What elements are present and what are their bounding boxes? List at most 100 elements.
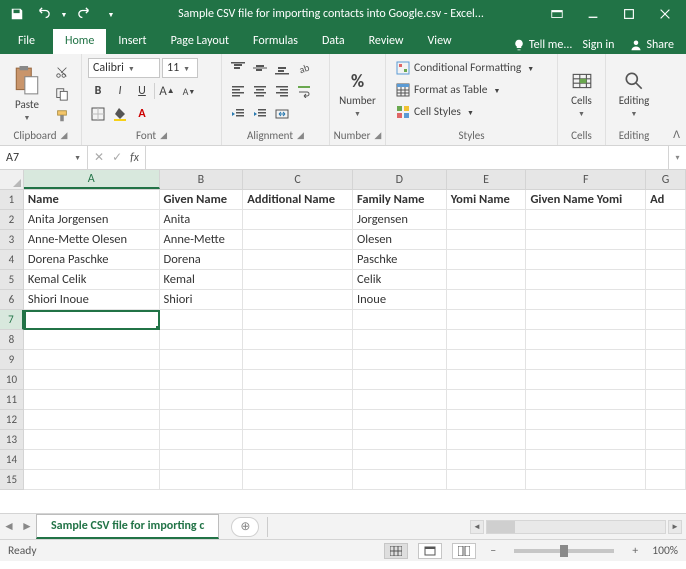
cell[interactable] <box>160 470 244 490</box>
align-top-button[interactable] <box>228 58 248 78</box>
column-header[interactable]: G <box>646 170 686 189</box>
cell[interactable] <box>526 390 646 410</box>
expand-formula-bar-icon[interactable]: ▾ <box>668 146 686 169</box>
format-painter-button[interactable] <box>52 106 72 126</box>
cell[interactable]: Additional Name <box>243 190 353 210</box>
enter-formula-icon[interactable]: ✓ <box>112 150 122 165</box>
cell[interactable] <box>526 290 646 310</box>
bold-button[interactable]: B <box>88 81 108 101</box>
cell[interactable] <box>646 310 686 330</box>
row-header[interactable]: 5 <box>0 270 24 290</box>
cell[interactable] <box>526 210 646 230</box>
cell[interactable]: Given Name Yomi <box>526 190 646 210</box>
tab-page-layout[interactable]: Page Layout <box>159 29 241 54</box>
cell[interactable] <box>243 410 353 430</box>
dialog-launcher-icon[interactable]: ◢ <box>297 130 304 141</box>
cell[interactable] <box>646 210 686 230</box>
cell[interactable] <box>353 450 447 470</box>
scroll-thumb[interactable] <box>487 521 515 533</box>
grid-rows[interactable]: 1NameGiven NameAdditional NameFamily Nam… <box>0 190 686 513</box>
column-header[interactable]: E <box>447 170 527 189</box>
cell[interactable] <box>526 310 646 330</box>
row-header[interactable]: 15 <box>0 470 24 490</box>
cell[interactable] <box>160 370 244 390</box>
cell[interactable] <box>243 310 353 330</box>
tell-me-icon[interactable] <box>513 39 525 51</box>
fill-color-button[interactable] <box>110 104 130 124</box>
cell[interactable] <box>447 350 527 370</box>
maximize-button[interactable] <box>612 3 646 25</box>
cell[interactable]: Dorena <box>160 250 244 270</box>
zoom-in-button[interactable]: + <box>628 544 642 558</box>
cell[interactable] <box>646 330 686 350</box>
scroll-track[interactable] <box>486 520 666 534</box>
italic-button[interactable]: I <box>110 81 130 101</box>
cell[interactable]: Anne-Mette <box>160 230 244 250</box>
cell[interactable] <box>243 450 353 470</box>
cell[interactable] <box>243 250 353 270</box>
cell[interactable] <box>447 250 527 270</box>
cell[interactable] <box>447 410 527 430</box>
cell[interactable]: Celik <box>353 270 447 290</box>
editing-button[interactable]: Editing ▼ <box>612 61 656 127</box>
column-header[interactable]: A <box>24 170 160 189</box>
merge-center-button[interactable] <box>272 104 292 124</box>
tab-data[interactable]: Data <box>310 29 357 54</box>
cell[interactable] <box>646 250 686 270</box>
cell[interactable]: Dorena Paschke <box>24 250 160 270</box>
row-header[interactable]: 8 <box>0 330 24 350</box>
cell[interactable]: Shiori <box>160 290 244 310</box>
cut-button[interactable] <box>52 62 72 82</box>
redo-button[interactable] <box>74 3 96 25</box>
page-break-view-button[interactable] <box>452 543 476 559</box>
dialog-launcher-icon[interactable]: ◢ <box>61 130 68 141</box>
page-layout-view-button[interactable] <box>418 543 442 559</box>
cell[interactable] <box>160 310 244 330</box>
cell[interactable] <box>526 430 646 450</box>
horizontal-scrollbar[interactable]: ◄ ► <box>268 520 686 534</box>
row-header[interactable]: 7 <box>0 310 24 330</box>
name-box[interactable]: A7▼ <box>0 146 88 169</box>
tab-view[interactable]: View <box>416 29 464 54</box>
zoom-knob[interactable] <box>560 545 568 557</box>
decrease-indent-button[interactable] <box>228 104 248 124</box>
cell[interactable] <box>353 370 447 390</box>
cell[interactable] <box>24 330 160 350</box>
cell[interactable] <box>646 230 686 250</box>
cell-styles-button[interactable]: Cell Styles▼ <box>392 102 478 122</box>
sign-in-link[interactable]: Sign in <box>576 38 620 52</box>
cell[interactable] <box>160 450 244 470</box>
cell[interactable] <box>160 350 244 370</box>
cell[interactable] <box>243 230 353 250</box>
number-format-button[interactable]: % Number ▼ <box>336 61 379 127</box>
cell[interactable]: Paschke <box>353 250 447 270</box>
font-name-select[interactable]: Calibri▼ <box>88 58 160 78</box>
cell[interactable] <box>646 270 686 290</box>
align-right-button[interactable] <box>272 81 292 101</box>
sheet-tab-active[interactable]: Sample CSV file for importing c <box>36 514 219 539</box>
cell[interactable] <box>646 430 686 450</box>
cell[interactable] <box>447 210 527 230</box>
cell[interactable] <box>24 350 160 370</box>
cell[interactable]: Anita <box>160 210 244 230</box>
sheet-nav-prev[interactable]: ◄ <box>0 519 18 534</box>
tab-file[interactable]: File <box>0 29 53 54</box>
cell[interactable] <box>447 270 527 290</box>
cell[interactable] <box>353 310 447 330</box>
format-as-table-button[interactable]: Format as Table▼ <box>392 80 504 100</box>
orientation-button[interactable]: ab <box>294 58 314 78</box>
select-all-button[interactable] <box>0 170 24 189</box>
cell[interactable]: Inoue <box>353 290 447 310</box>
row-header[interactable]: 10 <box>0 370 24 390</box>
align-center-button[interactable] <box>250 81 270 101</box>
cell[interactable] <box>160 410 244 430</box>
tab-review[interactable]: Review <box>357 29 416 54</box>
row-header[interactable]: 14 <box>0 450 24 470</box>
conditional-formatting-button[interactable]: Conditional Formatting▼ <box>392 58 538 78</box>
cell[interactable] <box>243 430 353 450</box>
scroll-right-button[interactable]: ► <box>668 520 682 534</box>
copy-button[interactable] <box>52 84 72 104</box>
cell[interactable] <box>243 470 353 490</box>
cell[interactable]: Shiori Inoue <box>24 290 160 310</box>
cell[interactable] <box>447 370 527 390</box>
